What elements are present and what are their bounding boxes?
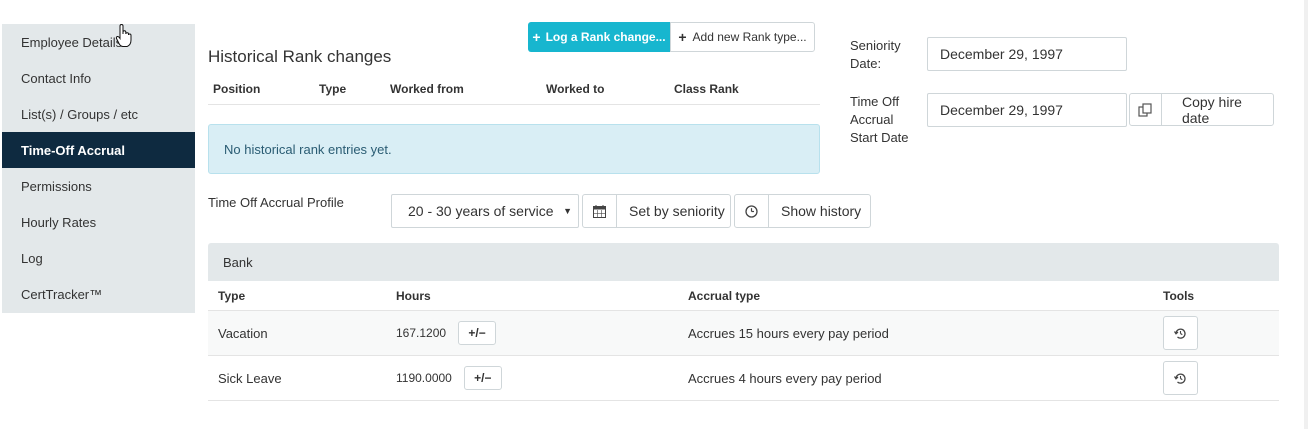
column-type: Type (218, 289, 246, 303)
history-icon[interactable] (1163, 316, 1198, 350)
sidebar-nav: Employee Details Contact Info List(s) / … (2, 24, 195, 313)
bank-panel-header: Bank (208, 243, 1279, 281)
bank-accrual-type: Accrues 15 hours every pay period (688, 325, 889, 341)
bank-hours-cell: 1190.0000 +/− (396, 356, 502, 400)
set-by-seniority-button[interactable]: Set by seniority (582, 194, 731, 228)
column-worked-from: Worked from (390, 82, 464, 96)
log-rank-change-button[interactable]: + Log a Rank change... (528, 22, 670, 52)
caret-down-icon: ▼ (563, 206, 572, 216)
add-rank-type-label: Add new Rank type... (692, 30, 807, 44)
sidebar-item-employee-details[interactable]: Employee Details (2, 24, 195, 60)
show-history-label: Show history (781, 203, 862, 219)
seniority-date-label: Seniority Date: (850, 38, 901, 71)
bank-tools-cell (1163, 311, 1198, 355)
accrual-start-date-field[interactable]: December 29, 1997 (927, 93, 1127, 127)
table-row: Vacation 167.1200 +/− Accrues 15 hours e… (208, 311, 1279, 356)
column-accrual-type: Accrual type (688, 289, 761, 303)
bank-hours-value: 167.1200 (396, 326, 447, 340)
sidebar-item-time-off-accrual[interactable]: Time-Off Accrual (2, 132, 195, 168)
copy-hire-date-button[interactable]: Copy hire date (1129, 93, 1274, 126)
hand-cursor-icon (115, 24, 132, 47)
add-rank-type-button[interactable]: + Add new Rank type... (670, 22, 815, 52)
scrollbar-track[interactable] (1304, 0, 1308, 429)
accrual-profile-label: Time Off Accrual Profile (208, 195, 344, 210)
column-hours: Hours (396, 289, 431, 303)
log-rank-change-label: Log a Rank change... (545, 30, 666, 44)
sidebar-item-hourly-rates[interactable]: Hourly Rates (2, 204, 195, 240)
sidebar-item-certtracker[interactable]: CertTracker™ (2, 276, 195, 312)
accrual-profile-select[interactable]: 20 - 30 years of service ▼ (391, 194, 579, 228)
table-row: Sick Leave 1190.0000 +/− Accrues 4 hours… (208, 356, 1279, 401)
bank-type: Vacation (218, 325, 268, 341)
rank-table-header: Position Type Worked from Worked to Clas… (208, 82, 820, 105)
empty-rank-message: No historical rank entries yet. (208, 124, 820, 174)
column-class-rank: Class Rank (674, 82, 739, 96)
adjust-hours-button[interactable]: +/− (463, 366, 502, 390)
accrual-start-date-label: Time Off Accrual Start Date (850, 94, 909, 145)
bank-tools-cell (1163, 356, 1198, 400)
accrual-profile-value: 20 - 30 years of service (408, 203, 554, 219)
history-icon[interactable] (1163, 361, 1198, 395)
column-tools: Tools (1163, 289, 1195, 303)
adjust-hours-button[interactable]: +/− (458, 321, 497, 345)
copy-icon (1130, 94, 1162, 125)
sidebar-item-lists-groups[interactable]: List(s) / Groups / etc (2, 96, 195, 132)
bank-hours-cell: 167.1200 +/− (396, 311, 497, 355)
show-history-button[interactable]: Show history (734, 194, 871, 228)
clock-icon (735, 195, 769, 227)
sidebar-item-log[interactable]: Log (2, 240, 195, 276)
bank-accrual-type: Accrues 4 hours every pay period (688, 370, 882, 386)
set-by-seniority-label: Set by seniority (629, 203, 725, 219)
calendar-icon (583, 195, 617, 227)
sidebar-item-contact-info[interactable]: Contact Info (2, 60, 195, 96)
column-worked-to: Worked to (546, 82, 605, 96)
plus-icon: + (678, 29, 687, 45)
bank-hours-value: 1190.0000 (396, 371, 452, 385)
column-type: Type (319, 82, 347, 96)
bank-type: Sick Leave (218, 370, 282, 386)
bank-table-header: Type Hours Accrual type Tools (208, 281, 1279, 311)
sidebar-item-permissions[interactable]: Permissions (2, 168, 195, 204)
plus-icon: + (532, 29, 541, 45)
copy-hire-date-label: Copy hire date (1181, 93, 1242, 126)
column-position: Position (213, 82, 261, 96)
seniority-date-field[interactable]: December 29, 1997 (927, 37, 1127, 71)
rank-history-title: Historical Rank changes (208, 47, 392, 66)
